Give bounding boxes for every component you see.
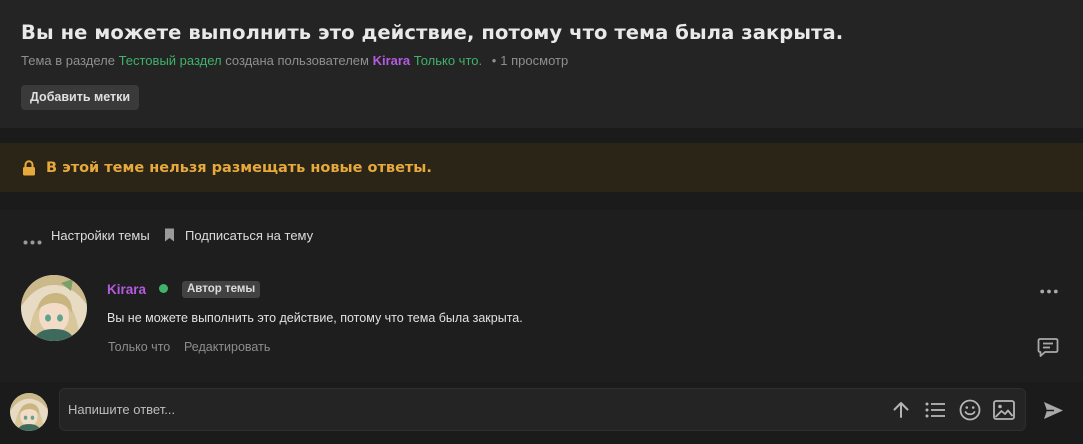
meta-prefix: Тема в разделе [21, 53, 115, 68]
reply-placeholder: Напишите ответ... [68, 402, 176, 417]
arrow-up-icon[interactable] [892, 401, 910, 424]
comment-icon [1037, 338, 1059, 362]
list-icon[interactable] [925, 402, 946, 423]
emoji-icon[interactable] [959, 399, 981, 426]
add-tags-button[interactable]: Добавить метки [21, 85, 140, 110]
post-more-button[interactable] [1040, 281, 1058, 299]
reply-input[interactable] [59, 388, 1026, 431]
image-icon[interactable] [993, 400, 1015, 425]
send-icon[interactable] [1043, 401, 1064, 425]
post-author[interactable]: Kirara [107, 282, 146, 297]
author-badge: Автор темы [182, 281, 261, 298]
lock-icon [22, 160, 36, 181]
views-count: 1 просмотр [500, 53, 569, 68]
locked-notice-text: В этой теме нельзя размещать новые ответ… [46, 160, 432, 176]
meta-separator: • [491, 53, 497, 68]
edit-button[interactable]: Редактировать [184, 340, 270, 354]
thread-time[interactable]: Только что. [414, 53, 482, 68]
page-title: Вы не можете выполнить это действие, пот… [21, 21, 844, 44]
thread-settings-label: Настройки темы [51, 228, 150, 243]
ellipsis-icon [23, 233, 43, 248]
post-body: Вы не можете выполнить это действие, пот… [107, 311, 523, 325]
current-user-avatar[interactable] [10, 393, 48, 431]
online-status-dot [159, 284, 168, 293]
post-time[interactable]: Только что [108, 340, 170, 354]
meta-middle: создана пользователем [225, 53, 369, 68]
subscribe-label: Подписаться на тему [185, 228, 314, 243]
avatar[interactable] [21, 275, 87, 341]
author-link[interactable]: Kirara [373, 53, 411, 68]
thread-meta: Тема в разделе Тестовый раздел создана п… [21, 53, 568, 68]
more-options-icon [1040, 281, 1058, 298]
reply-quote-button[interactable] [1037, 337, 1059, 363]
bookmark-icon [164, 228, 175, 245]
post-area [0, 210, 1083, 382]
section-link[interactable]: Тестовый раздел [119, 53, 222, 68]
